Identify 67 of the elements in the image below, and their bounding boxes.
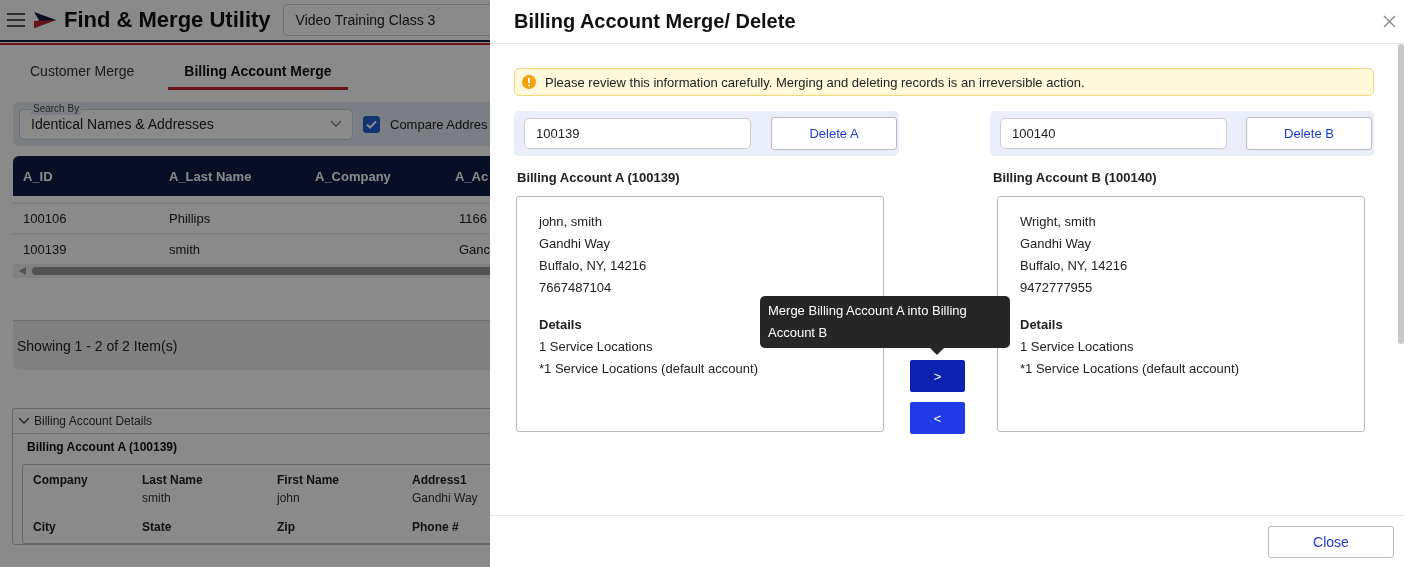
logo-icon (34, 12, 56, 28)
details-heading: Details (539, 316, 582, 334)
field-label: State (142, 520, 173, 534)
field-label: Phone # (412, 520, 460, 534)
field-label: Last Name (142, 473, 204, 487)
column-header: A_Ac (455, 168, 490, 184)
class-field[interactable]: Video Training Class 3 (282, 4, 490, 36)
table-cell-text: smith (169, 242, 202, 257)
merge-button[interactable]: < (910, 402, 965, 434)
details-line: 1 Service Locations (539, 338, 653, 356)
app-title: Find & Merge Utility (64, 7, 271, 33)
chevron-down-icon[interactable] (18, 417, 30, 425)
tab[interactable]: Billing Account Merge (168, 53, 348, 90)
tab[interactable]: Customer Merge (14, 53, 151, 90)
checkmark-icon (366, 119, 377, 129)
warning-icon (522, 75, 536, 89)
panel-title: Billing Account Details (34, 414, 153, 428)
field-label: Address1 (412, 473, 468, 487)
account-heading: Billing Account B (100140) (993, 170, 1158, 185)
field-value: smith (142, 491, 172, 505)
column-header: A_ID (23, 168, 54, 184)
column-header: A_Last Name (169, 168, 253, 184)
merge-button[interactable]: > (910, 360, 965, 392)
scroll-left-icon[interactable] (19, 267, 26, 275)
pager-text: Showing 1 - 2 of 2 Item(s) (17, 337, 178, 354)
details-heading: Details (1020, 316, 1063, 334)
address-line: 7667487104 (539, 279, 612, 297)
address-line: Buffalo, NY, 14216 (539, 257, 647, 275)
vertical-scrollbar[interactable] (1398, 44, 1404, 344)
address-line: 9472777955 (1020, 279, 1093, 297)
checkbox-label: Compare Addres (390, 116, 488, 132)
address-line: Wright, smith (1020, 213, 1096, 231)
chevron-down-icon (330, 120, 342, 128)
delete-button[interactable]: Delete A (771, 117, 897, 150)
details-line: 1 Service Locations (1020, 338, 1134, 356)
horizontal-scrollbar[interactable] (13, 264, 490, 278)
close-button[interactable]: Close (1268, 525, 1394, 558)
table-cell-text: 100139 (23, 242, 68, 257)
field-value: john (277, 491, 301, 505)
field-label: Company (33, 473, 89, 487)
field-label: City (33, 520, 57, 534)
table-cell: Ganc (459, 242, 490, 257)
close-icon[interactable] (1381, 13, 1398, 30)
warning-text: Please review this information carefully. Merging and deleting records is an irreversible action. (545, 74, 1085, 90)
table-cell-text: 100106 (23, 211, 68, 226)
dialog-title: Billing Account Merge/ Delete (514, 10, 796, 33)
address-line: Buffalo, NY, 14216 (1020, 257, 1128, 275)
address-line: john, smith (539, 213, 602, 231)
menu-icon[interactable] (6, 12, 26, 28)
account-heading: Billing Account A (100139) (517, 170, 681, 185)
table-cell-text: 1166 (459, 211, 488, 226)
compare-checkbox[interactable] (363, 115, 380, 133)
field-label: First Name (277, 473, 341, 487)
column-header: A_Company (315, 168, 392, 184)
account-title: Billing Account A (100139) (27, 440, 178, 454)
delete-button[interactable]: Delete B (1246, 117, 1372, 150)
details-line: *1 Service Locations (default account) (1020, 360, 1239, 378)
tooltip: Merge Billing Account A into Billing Account B (760, 296, 1010, 355)
table-cell-text: Phillips (169, 211, 212, 226)
pointer-icon (930, 348, 944, 355)
address-line: Gandhi Way (1020, 235, 1092, 253)
address-line: Gandhi Way (539, 235, 611, 253)
account-id-field[interactable]: 100139 (524, 118, 751, 149)
field-label: Zip (277, 520, 296, 534)
account-id-field[interactable]: 100140 (1000, 118, 1227, 149)
field-value: Gandhi Way (412, 491, 479, 505)
details-line: *1 Service Locations (default account) (539, 360, 758, 378)
